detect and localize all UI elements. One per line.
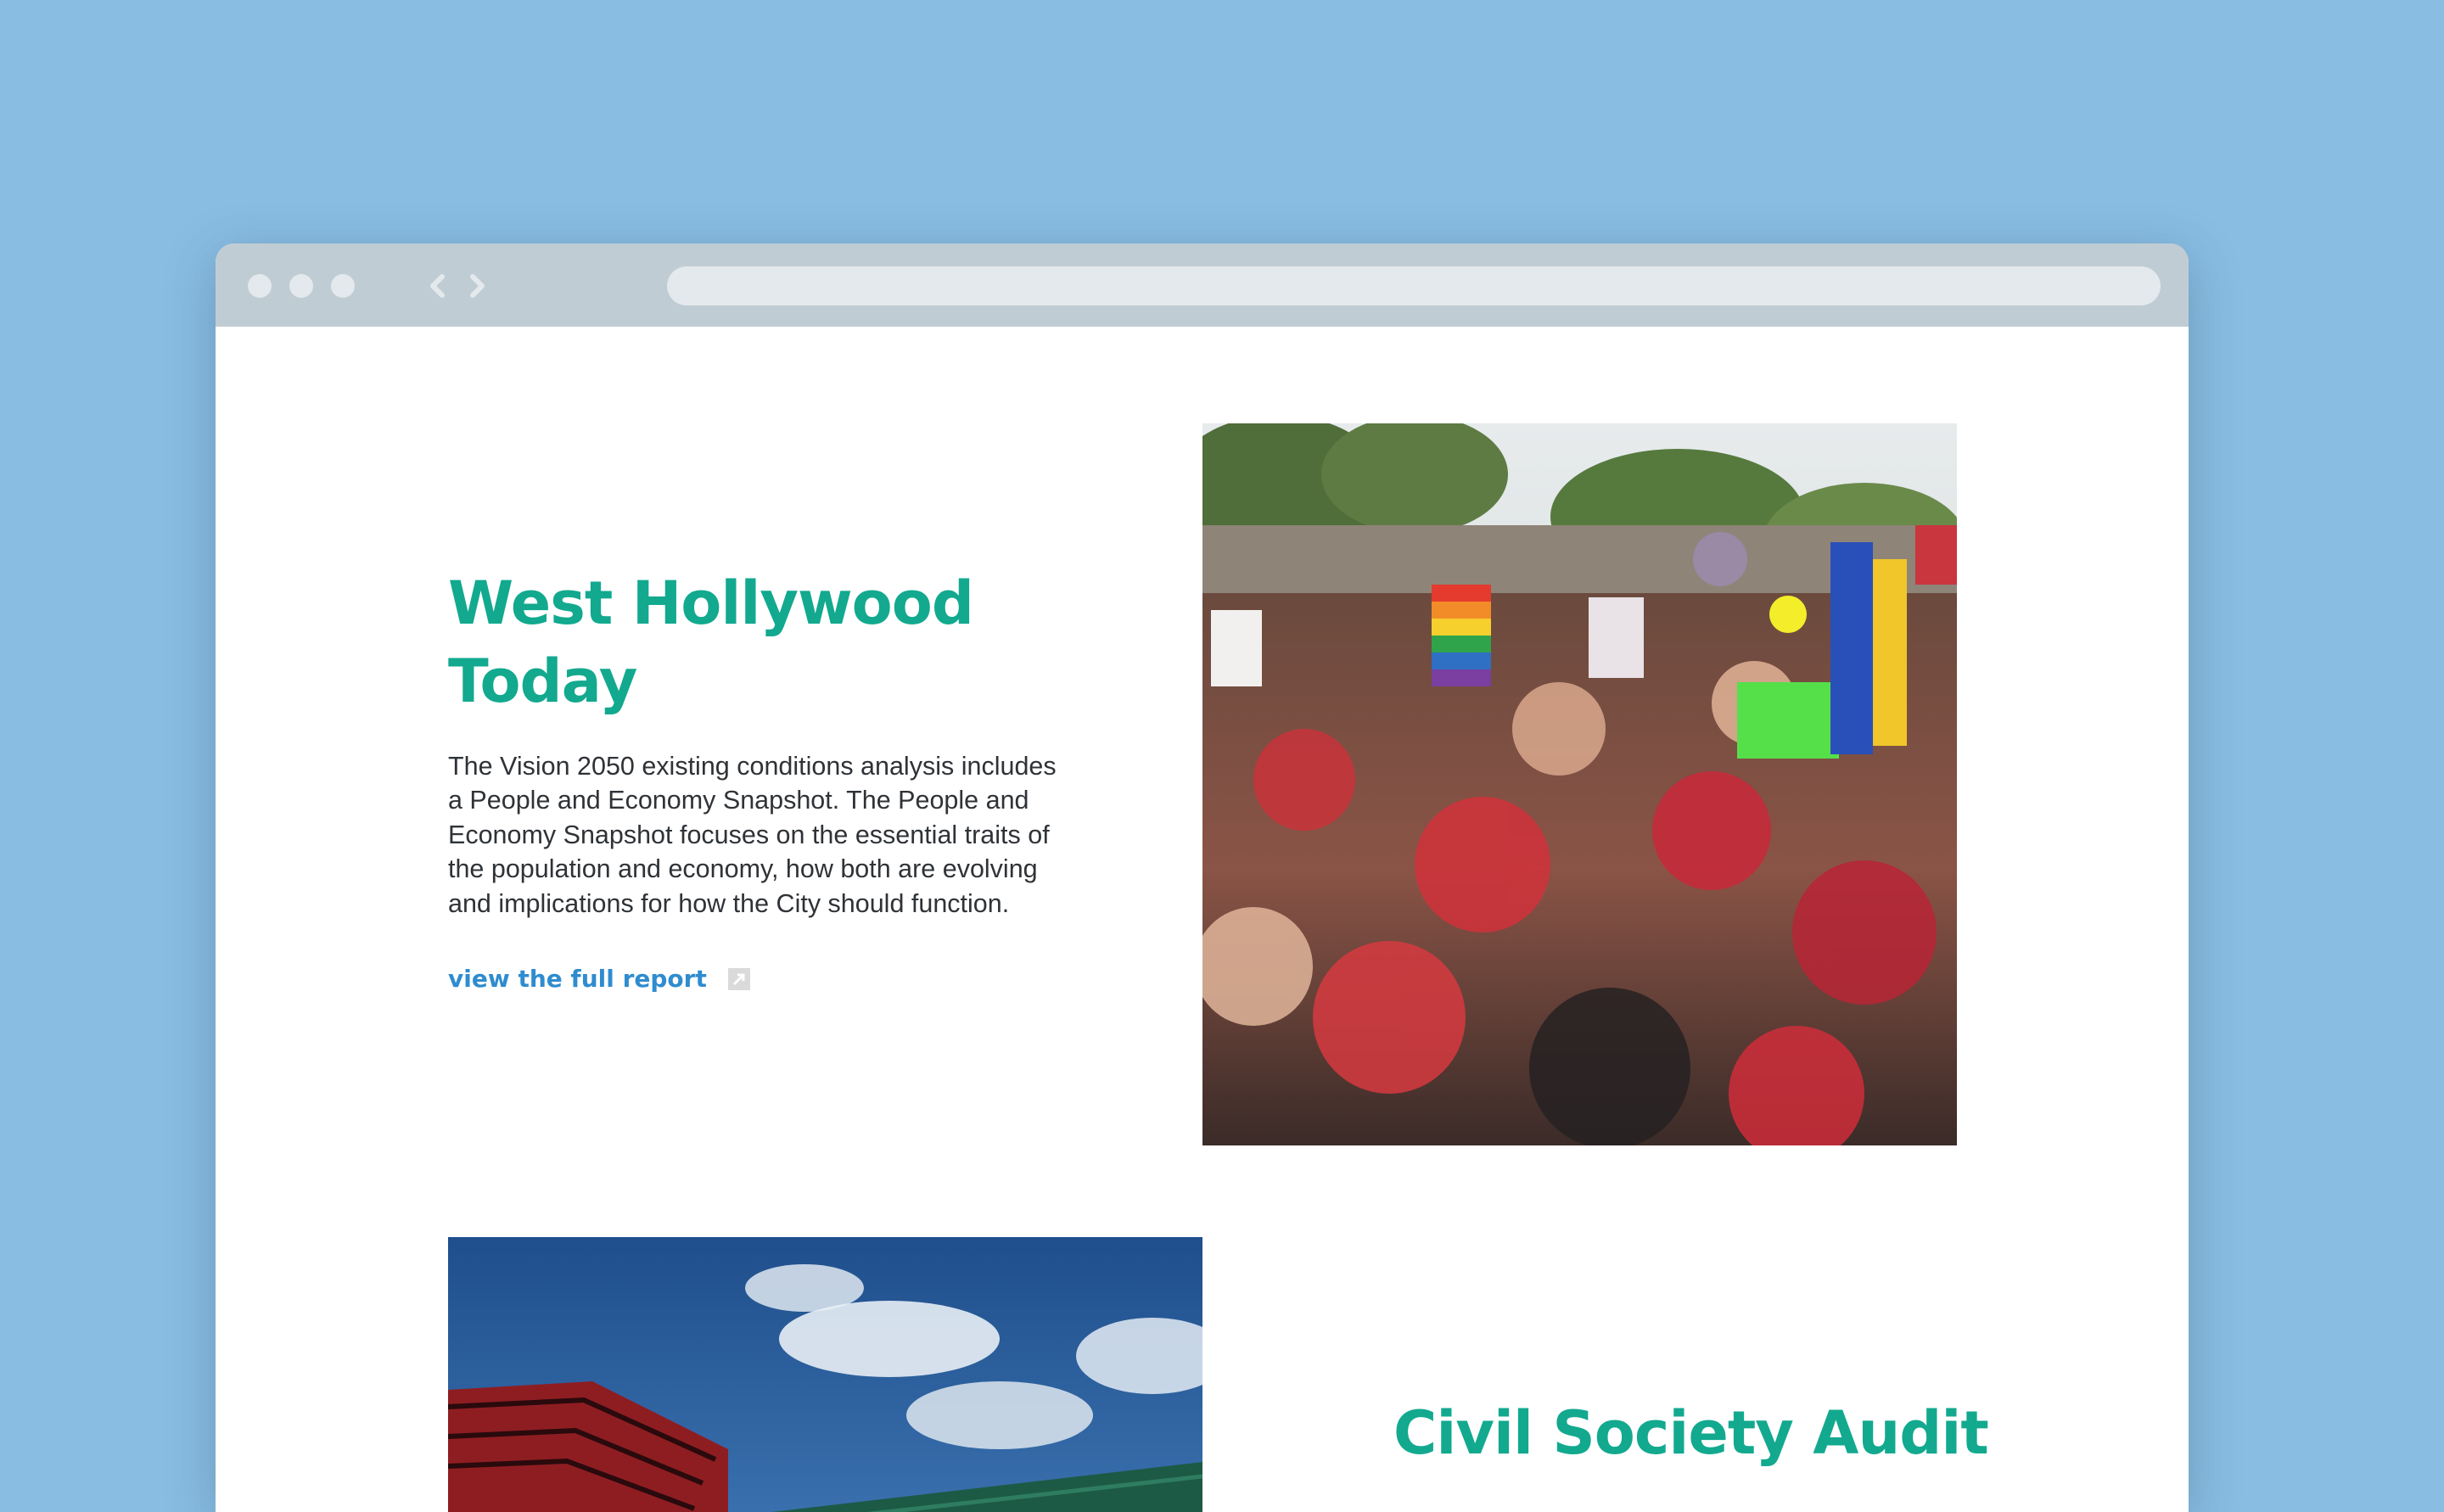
browser-toolbar — [216, 244, 2189, 327]
close-dot[interactable] — [248, 274, 272, 298]
page-content: West Hollywood Today The Vision 2050 exi… — [216, 327, 2189, 1512]
address-bar[interactable] — [667, 266, 2161, 305]
view-report-link[interactable]: view the full report — [448, 965, 751, 993]
external-link-icon — [727, 967, 750, 990]
section-description: The Vision 2050 existing conditions anal… — [448, 752, 1057, 918]
red-building-skyline-photo — [448, 1237, 1202, 1512]
view-report-label: view the full report — [448, 965, 707, 993]
section-title: Civil Society Audit — [1393, 1398, 1989, 1468]
pride-rally-crowd-photo — [1202, 423, 1957, 1145]
forward-arrow-icon[interactable] — [463, 272, 490, 300]
maximize-dot[interactable] — [331, 274, 355, 298]
minimize-dot[interactable] — [289, 274, 313, 298]
section-title: West Hollywood Today — [448, 568, 974, 716]
browser-window: West Hollywood Today The Vision 2050 exi… — [216, 244, 2189, 1512]
back-arrow-icon[interactable] — [424, 272, 451, 300]
